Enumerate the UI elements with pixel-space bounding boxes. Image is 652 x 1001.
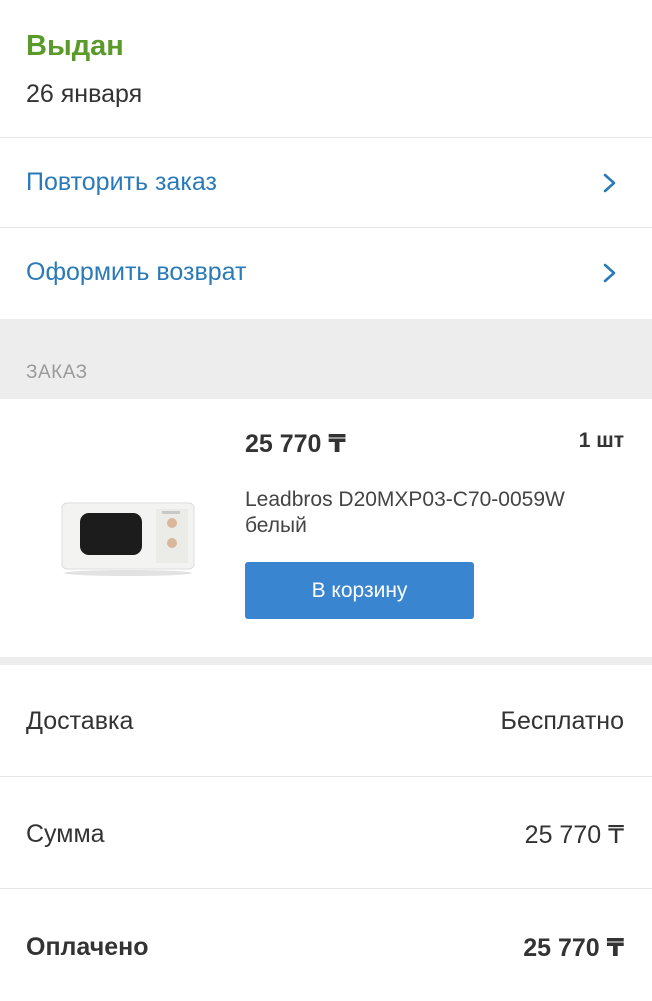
product-name[interactable]: Leadbros D20MXP03-C70-0059W белый [245,487,565,539]
return-order-button[interactable]: Оформить возврат [0,228,652,318]
product-quantity: 1 шт [578,429,624,452]
paid-label: Оплачено [26,933,149,961]
delivery-value: Бесплатно [500,707,624,735]
product-price: 25 770 ₸ [245,430,346,458]
delivery-row: Доставка Бесплатно [0,665,652,777]
subtotal-label: Сумма [26,820,105,848]
repeat-order-label: Повторить заказ [26,168,217,196]
order-status-date: 26 января [26,80,143,108]
order-status-block: Выдан 26 января [0,0,652,138]
section-divider [0,657,652,665]
paid-value: 25 770 ₸ [523,934,624,962]
subtotal-value: 25 770 ₸ [524,821,624,849]
delivery-label: Доставка [26,707,134,735]
chevron-right-icon [603,263,616,283]
return-order-label: Оформить возврат [26,258,247,286]
repeat-order-button[interactable]: Повторить заказ [0,138,652,228]
add-to-cart-button[interactable]: В корзину [245,562,474,619]
chevron-right-icon [603,173,616,193]
microwave-oven-image[interactable] [58,497,198,577]
product-card: 25 770 ₸ 1 шт Leadbros D20MXP03-C70-0059… [0,399,652,657]
order-section-label: ЗАКАЗ [26,362,88,383]
order-section-header: ЗАКАЗ [0,319,652,399]
paid-row: Оплачено 25 770 ₸ [0,889,652,1001]
order-status-title: Выдан [26,30,124,62]
subtotal-row: Сумма 25 770 ₸ [0,777,652,889]
